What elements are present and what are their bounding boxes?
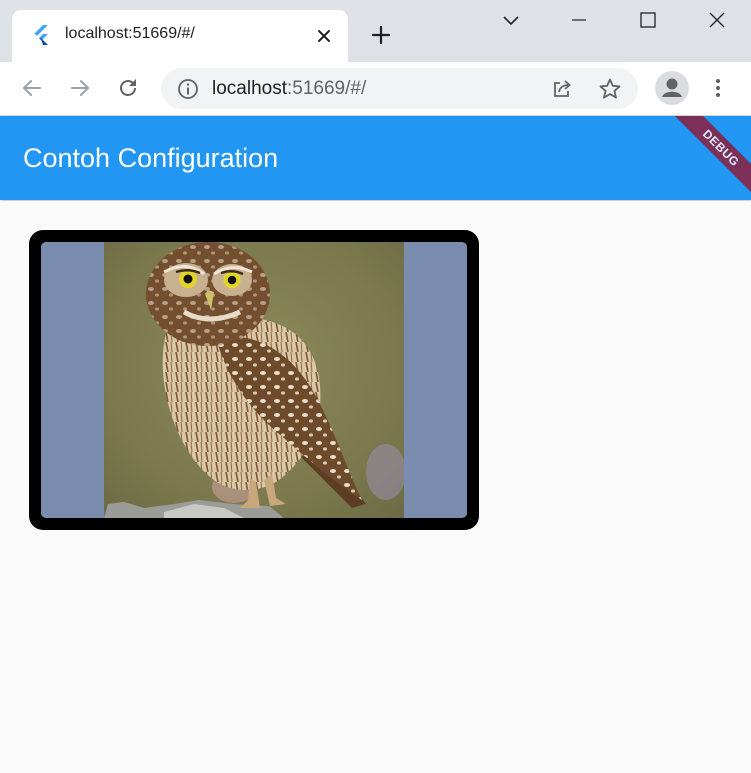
address-bar[interactable]: localhost:51669/#/ [161,68,638,109]
image-card [29,230,479,530]
image-container [41,242,467,518]
avatar-icon[interactable] [655,71,689,105]
minimize-icon[interactable] [567,8,591,32]
chevron-down-icon[interactable] [499,8,523,32]
info-icon[interactable] [177,78,199,100]
url-text[interactable]: localhost:51669/#/ [212,78,366,100]
tab-title: localhost:51669/#/ [65,25,195,42]
app-body [0,201,751,773]
star-icon[interactable] [598,77,622,101]
more-vert-icon[interactable] [706,74,730,102]
reload-icon[interactable] [114,74,142,102]
app-bar: Contoh Configuration [0,116,751,200]
close-icon[interactable] [312,24,336,48]
arrow-right-icon[interactable] [66,74,94,102]
flutter-logo-icon [34,25,48,45]
page-title: Contoh Configuration [23,143,279,173]
url-path: :51669/#/ [287,78,367,99]
plus-icon[interactable] [368,22,394,48]
close-window-icon[interactable] [705,8,729,32]
share-icon[interactable] [550,77,574,101]
tab-strip: localhost:51669/#/ [0,0,751,62]
browser-tab-active[interactable]: localhost:51669/#/ [12,10,348,62]
maximize-icon[interactable] [636,8,660,32]
arrow-left-icon[interactable] [18,74,46,102]
url-host: localhost [212,78,287,99]
browser-toolbar: localhost:51669/#/ [0,62,751,116]
owl-photo [104,242,404,518]
browser-window: localhost:51669/#/ localhost:51669/#/ Co… [0,0,751,773]
